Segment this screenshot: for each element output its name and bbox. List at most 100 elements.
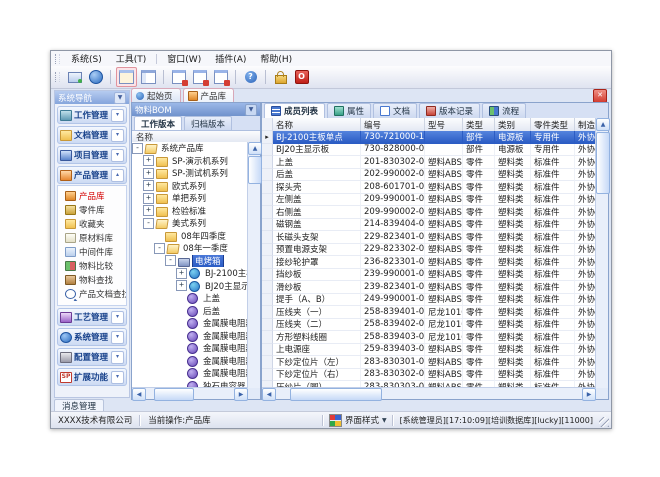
table-row[interactable]: 滑纱板239-823401-00X塑料ABS零件塑料类标准件外协条 <box>262 281 608 294</box>
power-icon-button[interactable] <box>292 68 311 86</box>
tree-expand-icon[interactable]: + <box>143 193 154 204</box>
scroll-thumb[interactable] <box>248 156 262 184</box>
sidebar-item-product-doc-search[interactable]: 产品文档查找 <box>58 287 126 301</box>
tree-horizontal-scrollbar[interactable]: ◀ ▶ <box>132 387 248 399</box>
menu-item[interactable]: 插件(A) <box>208 51 253 66</box>
chevron-down-icon[interactable]: ▾ <box>111 331 124 344</box>
table-row[interactable]: 下纱定位片（右）283-830302-00X塑料ABS零件塑料类标准件外协条 <box>262 369 608 382</box>
tree-node[interactable]: 08年四季度 <box>132 230 248 243</box>
member-tab[interactable]: 流程 <box>482 103 526 118</box>
tree-expand-icon[interactable]: + <box>143 155 154 166</box>
scroll-up-icon[interactable]: ▲ <box>248 142 262 155</box>
tree-collapse-icon[interactable]: - <box>132 143 143 154</box>
sidebar-item-intermediate-db[interactable]: 中间件库 <box>58 245 126 259</box>
column-header[interactable]: 型号 <box>425 118 463 131</box>
scroll-thumb[interactable] <box>290 388 382 401</box>
chevron-up-icon[interactable]: ▴ <box>111 169 124 182</box>
table-row[interactable]: 提手（A、B）249-990001-01X塑料ABS零件塑料类标准件外协条 <box>262 294 608 307</box>
close-tab-button[interactable]: ✕ <box>593 89 607 103</box>
layout-window-icon-button[interactable] <box>139 68 158 86</box>
tree-node[interactable]: 金属膜电阻器 <box>132 330 248 343</box>
scroll-right-icon[interactable]: ▶ <box>234 388 248 401</box>
scroll-left-icon[interactable]: ◀ <box>132 388 146 401</box>
sidebar-item-material-search[interactable]: 物料查找 <box>58 273 126 287</box>
table-row[interactable]: 上盖201-830302-00X塑料ABS零件塑料类标准件外协条 <box>262 156 608 169</box>
sidebar-item-favorites[interactable]: 收藏夹 <box>58 217 126 231</box>
lock-icon-button[interactable] <box>271 68 290 86</box>
sidebar-item-raw-material-db[interactable]: 原材料库 <box>58 231 126 245</box>
tree-node[interactable]: 金属膜电阻器 <box>132 355 248 368</box>
table-row[interactable]: 左侧盖209-990001-01X塑料ABS零件塑料类标准件外协条 <box>262 194 608 207</box>
sidebar-group-config-mgmt[interactable]: 配置管理▾ <box>57 348 127 366</box>
sidebar-group-work-mgmt[interactable]: 工作管理▾ <box>57 106 127 124</box>
tree-expand-icon[interactable]: + <box>176 280 187 291</box>
scroll-thumb[interactable] <box>596 132 610 194</box>
tree-collapse-icon[interactable]: - <box>154 243 165 254</box>
table-row[interactable]: 探头壳208-601701-01X塑料ABS零件塑料类标准件外协条 <box>262 181 608 194</box>
menu-item[interactable]: 系统(S) <box>64 51 109 66</box>
toolbar-grip[interactable] <box>55 72 60 82</box>
chevron-down-icon[interactable]: ▾ <box>111 149 124 162</box>
table-row[interactable]: 压线夹（一）258-839401-00X尼龙1010零件塑料类标准件外协条 <box>262 306 608 319</box>
tree-node[interactable]: +BJ20主显示板 <box>132 280 248 293</box>
member-tab[interactable]: 属性 <box>327 103 371 118</box>
table-row[interactable]: 上电源座259-839403-00X塑料ABS零件塑料类标准件外协条 <box>262 344 608 357</box>
tree-node[interactable]: +SP-测试机系列 <box>132 167 248 180</box>
version-tab[interactable]: 工作版本 <box>134 116 182 130</box>
table-row[interactable]: 预置电源支架229-823302-00X塑料ABS零件塑料类标准件外协条 <box>262 244 608 257</box>
tree-node[interactable]: +欧式系列 <box>132 180 248 193</box>
tree-node[interactable]: 金属膜电阻器 <box>132 367 248 380</box>
table-row[interactable]: 压线夹（二）258-839402-00X尼龙1010零件塑料类标准件外协条 <box>262 319 608 332</box>
sidebar-item-part-db[interactable]: 零件库 <box>58 203 126 217</box>
resize-grip[interactable] <box>599 417 609 427</box>
tree-node[interactable]: -美式系列 <box>132 217 248 230</box>
table-horizontal-scrollbar[interactable]: ◀ ▶ <box>262 387 596 399</box>
sidebar-group-doc-mgmt[interactable]: 文档管理▾ <box>57 126 127 144</box>
sidebar-group-product-mgmt[interactable]: 产品管理▴ <box>57 166 127 184</box>
close-doc-icon-button[interactable] <box>169 68 188 86</box>
table-row[interactable]: 挡纱板239-990001-01X塑料ABS零件塑料类标准件外协条 <box>262 269 608 282</box>
column-header[interactable]: 名称 <box>273 118 361 131</box>
tree-collapse-icon[interactable]: - <box>143 218 154 229</box>
tree-node[interactable]: -系统产品库 <box>132 142 248 155</box>
table-row[interactable]: 方形塑料线圈258-839403-00X尼龙1010零件塑料类标准件外协条 <box>262 331 608 344</box>
sidebar-group-ext-func[interactable]: 扩展功能▾ <box>57 368 127 386</box>
table-row[interactable]: 长磁头支架229-823401-00X塑料ABS零件塑料类标准件外协条 <box>262 231 608 244</box>
tree-node[interactable]: +单把系列 <box>132 192 248 205</box>
sidebar-item-material-compare[interactable]: 物料比较 <box>58 259 126 273</box>
tree-vertical-scrollbar[interactable]: ▲ <box>247 142 260 388</box>
doc-tab-start-page[interactable]: 起始页 <box>131 88 181 102</box>
menu-item[interactable]: 工具(T) <box>109 51 154 66</box>
tree-expand-icon[interactable]: + <box>143 180 154 191</box>
tree-node[interactable]: +BJ-2100主板单点 <box>132 267 248 280</box>
menu-grip[interactable] <box>55 54 60 64</box>
globe-icon-button[interactable] <box>86 68 105 86</box>
table-row[interactable]: 磁钢盖214-839404-01X塑料ABS零件塑料类标准件外协条 <box>262 219 608 232</box>
folder-window-icon-button[interactable] <box>116 67 137 87</box>
table-vertical-scrollbar[interactable]: ▲ <box>595 118 608 388</box>
tree-node[interactable]: 金属膜电阻器 <box>132 342 248 355</box>
pin-icon[interactable]: ▼ <box>245 104 257 116</box>
sidebar-group-process-mgmt[interactable]: 工艺管理▾ <box>57 308 127 326</box>
table-row[interactable]: 右侧盖209-990002-01X塑料ABS零件塑料类标准件外协条 <box>262 206 608 219</box>
sidebar-item-product-db[interactable]: 产品库 <box>58 189 126 203</box>
menu-item[interactable]: 窗口(W) <box>160 51 208 66</box>
table-row[interactable]: 下纱定位片（左）283-830301-00X塑料ABS零件塑料类标准件外协条 <box>262 356 608 369</box>
pin-icon[interactable]: ▼ <box>114 92 126 104</box>
table-row[interactable]: BJ20主显示板730-828000-04X部件电源板专用件外协颗 <box>262 144 608 157</box>
scroll-thumb[interactable] <box>154 388 194 401</box>
scroll-right-icon[interactable]: ▶ <box>582 388 596 401</box>
tree-node[interactable]: -08年一季度 <box>132 242 248 255</box>
member-tab[interactable]: 文档 <box>373 103 417 118</box>
table-row[interactable]: ▸BJ-2100主板单点730-721000-12X部件电源板专用件外协颗 <box>262 131 608 144</box>
tree-node[interactable]: -电烤箱 <box>132 255 248 268</box>
interface-style-dropdown[interactable]: 界面样式 ▼ <box>324 414 392 427</box>
chevron-down-icon[interactable]: ▾ <box>111 129 124 142</box>
sidebar-group-project-mgmt[interactable]: 项目管理▾ <box>57 146 127 164</box>
chevron-down-icon[interactable]: ▾ <box>111 351 124 364</box>
menu-item[interactable]: 帮助(H) <box>253 51 299 66</box>
tree-expand-icon[interactable]: + <box>143 205 154 216</box>
tree-expand-icon[interactable]: + <box>176 268 187 279</box>
version-tab[interactable]: 归档版本 <box>184 116 232 130</box>
tree-node[interactable]: 上盖 <box>132 292 248 305</box>
